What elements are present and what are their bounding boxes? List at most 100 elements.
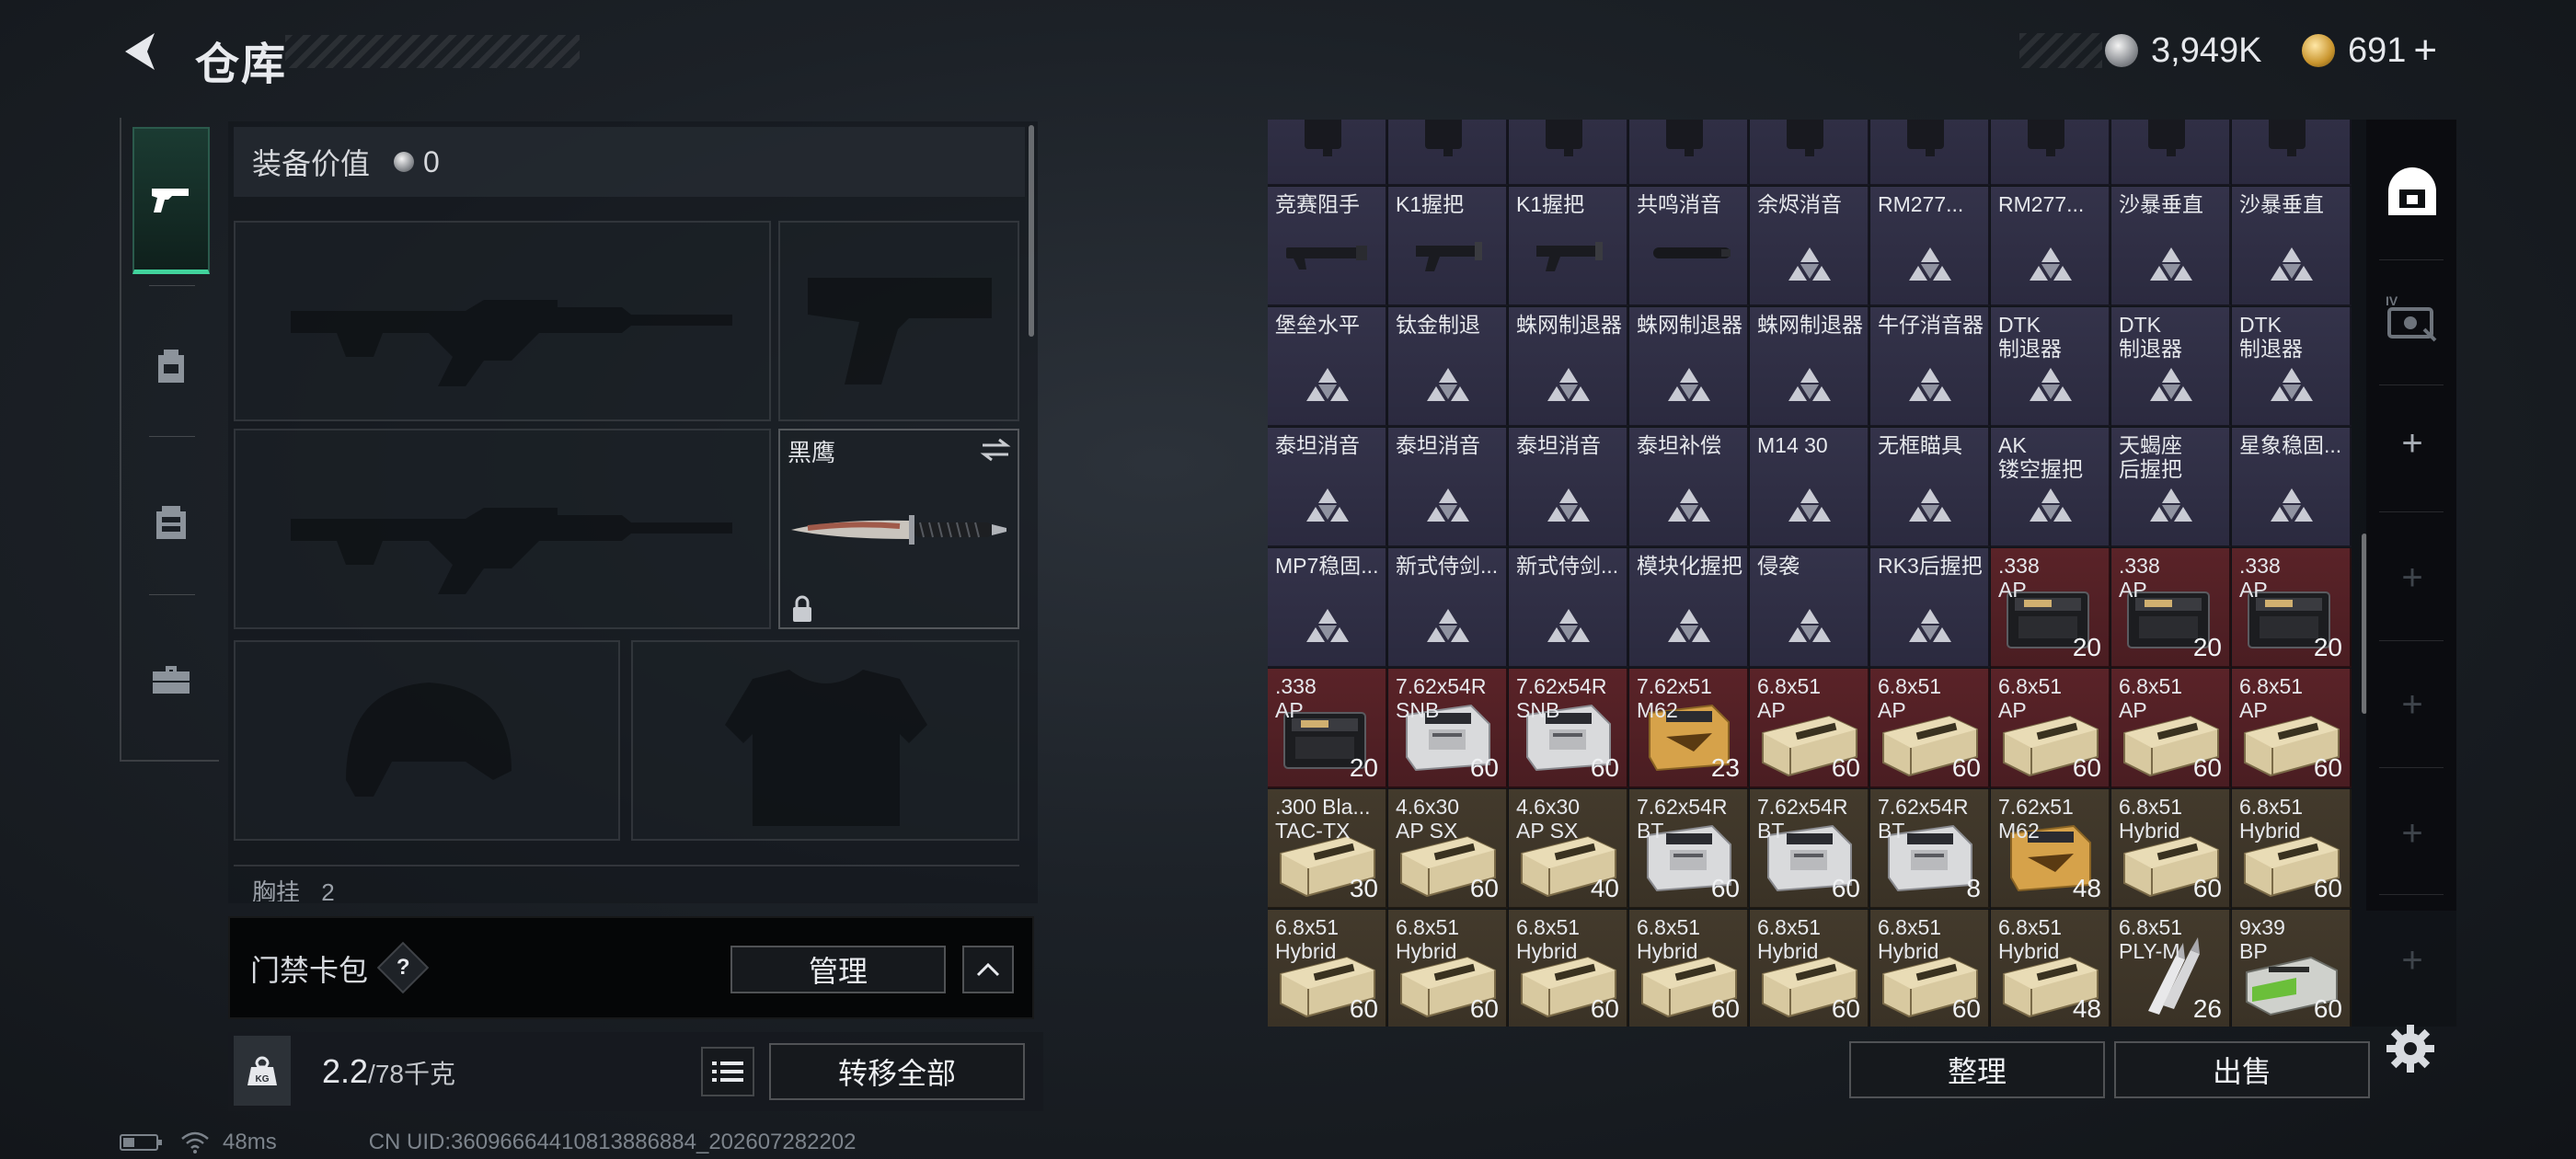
storage-item[interactable]: 7.62x54R BT 60 [1629,789,1749,909]
storage-item[interactable]: 模块化握把 [1629,548,1749,668]
storage-item[interactable]: 6.8x51 Hybrid 60 [1750,910,1869,1027]
back-icon[interactable] [118,28,166,75]
storage-item[interactable]: K1握把 [1388,187,1508,306]
storage-item[interactable]: DTK 制退器 [1991,307,2110,427]
storage-item[interactable]: 沙暴垂直 [2232,187,2352,306]
storage-item[interactable]: 6.8x51 AP 60 [2232,669,2352,788]
storage-item[interactable]: K1握把 [1509,187,1628,306]
storage-item[interactable] [2232,120,2352,186]
transfer-all-button[interactable]: 转移全部 [769,1043,1025,1100]
sort-button[interactable]: 整理 [1849,1041,2105,1098]
storage-item[interactable] [1750,120,1869,186]
storage-item[interactable]: AK 镂空握把 [1991,428,2110,547]
pistol-slot[interactable] [778,221,1019,421]
storage-item[interactable]: .338 AP 20 [1991,548,2110,668]
collapse-button[interactable] [962,946,1014,993]
storage-item[interactable]: DTK 制退器 [2111,307,2231,427]
chest-rig-row[interactable]: 胸挂 2 [234,865,1019,901]
storage-item[interactable]: 蛛网制退器 [1629,307,1749,427]
secondary-weapon-slot[interactable] [234,429,771,629]
storage-item[interactable]: .338 AP 20 [1268,669,1387,788]
gold-currency[interactable]: 691 + [2302,28,2437,74]
tab-vest[interactable] [132,449,210,596]
storage-item[interactable] [1870,120,1990,186]
storage-item[interactable]: 7.62x54R BT 60 [1750,789,1869,909]
storage-item[interactable]: 新式侍剑... [1388,548,1508,668]
storage-item[interactable] [1991,120,2110,186]
rail-iv-case[interactable]: IV [2374,272,2451,364]
storage-item[interactable]: 7.62x51 M62 23 [1629,669,1749,788]
body-armor-slot[interactable] [631,640,1019,841]
list-view-button[interactable] [701,1047,754,1096]
tab-backpack[interactable] [132,293,210,440]
storage-item[interactable]: .338 AP 20 [2111,548,2231,668]
storage-item[interactable]: RK3后握把 [1870,548,1990,668]
storage-item[interactable]: 6.8x51 Hybrid 60 [2232,789,2352,909]
storage-item[interactable]: 蛛网制退器 [1509,307,1628,427]
storage-item[interactable] [1629,120,1749,186]
storage-item[interactable]: 6.8x51 AP 60 [2111,669,2231,788]
storage-item[interactable]: 6.8x51 Hybrid 60 [1388,910,1508,1027]
rail-add-slot[interactable]: + [2374,787,2451,879]
rail-add-slot[interactable]: + [2374,914,2451,1006]
storage-item[interactable]: 新式侍剑... [1509,548,1628,668]
storage-item[interactable]: 6.8x51 Hybrid 60 [2111,789,2231,909]
storage-item[interactable]: .338 AP 20 [2232,548,2352,668]
storage-item[interactable]: 牛仔消音器 [1870,307,1990,427]
primary-weapon-slot[interactable] [234,221,771,421]
storage-item[interactable]: 6.8x51 AP 60 [1750,669,1869,788]
storage-item[interactable]: 7.62x54R SNB 60 [1388,669,1508,788]
storage-item[interactable]: DTK 制退器 [2232,307,2352,427]
storage-item[interactable]: 天蝎座 后握把 [2111,428,2231,547]
manage-button[interactable]: 管理 [730,946,946,993]
storage-item[interactable]: 泰坦消音 [1509,428,1628,547]
storage-item[interactable]: 7.62x54R BT 8 [1870,789,1990,909]
storage-item[interactable]: 无框瞄具 [1870,428,1990,547]
storage-item[interactable] [1268,120,1387,186]
storage-item[interactable]: 泰坦消音 [1388,428,1508,547]
storage-item[interactable]: 蛛网制退器 [1750,307,1869,427]
rail-add-slot[interactable]: + [2374,659,2451,751]
storage-item[interactable]: 7.62x54R SNB 60 [1509,669,1628,788]
storage-item[interactable]: 余烬消音 [1750,187,1869,306]
storage-item[interactable] [1509,120,1628,186]
storage-item[interactable]: 9x39 BP 60 [2232,910,2352,1027]
add-gold-button[interactable]: + [2413,28,2437,74]
tab-toolbox[interactable] [132,605,210,752]
rail-safebox[interactable] [2374,145,2451,237]
storage-item[interactable]: 侵袭 [1750,548,1869,668]
storage-item[interactable]: 沙暴垂直 [2111,187,2231,306]
sell-button[interactable]: 出售 [2114,1041,2370,1098]
storage-item[interactable]: 堡垒水平 [1268,307,1387,427]
storage-item[interactable]: 竞赛阻手 [1268,187,1387,306]
storage-item[interactable]: 泰坦补偿 [1629,428,1749,547]
storage-item[interactable] [1388,120,1508,186]
storage-item[interactable]: 钛金制退 [1388,307,1508,427]
swap-icon[interactable] [979,436,1012,464]
rail-add-slot[interactable]: + [2374,532,2451,624]
storage-item[interactable]: 7.62x51 M62 48 [1991,789,2110,909]
storage-item[interactable]: 6.8x51 Hybrid 60 [1268,910,1387,1027]
storage-item[interactable]: 6.8x51 AP 60 [1870,669,1990,788]
equipment-scrollbar[interactable] [1029,125,1034,337]
storage-item[interactable]: 6.8x51 Hybrid 60 [1870,910,1990,1027]
storage-item[interactable]: RM277... [1991,187,2110,306]
storage-item[interactable]: 6.8x51 Hybrid 60 [1629,910,1749,1027]
tab-weapons[interactable] [132,127,210,274]
storage-item[interactable]: 4.6x30 AP SX 60 [1388,789,1508,909]
storage-item[interactable]: 4.6x30 AP SX 40 [1509,789,1628,909]
storage-item[interactable]: 星象稳固... [2232,428,2352,547]
storage-item[interactable]: 6.8x51 Hybrid 60 [1509,910,1628,1027]
storage-item[interactable] [2111,120,2231,186]
storage-item[interactable]: .300 Bla... TAC-TX 30 [1268,789,1387,909]
storage-item[interactable]: MP7稳固... [1268,548,1387,668]
storage-item[interactable]: 共鸣消音 [1629,187,1749,306]
settings-gear-icon[interactable] [2385,1023,2436,1074]
rail-add-slot[interactable]: + [2374,397,2451,489]
helmet-slot[interactable] [234,640,620,841]
storage-item[interactable]: 泰坦消音 [1268,428,1387,547]
storage-item[interactable]: 6.8x51 Hybrid 48 [1991,910,2110,1027]
storage-item[interactable]: M14 30 [1750,428,1869,547]
storage-item[interactable]: 6.8x51 PLY-M 26 [2111,910,2231,1027]
storage-item[interactable]: 6.8x51 AP 60 [1991,669,2110,788]
